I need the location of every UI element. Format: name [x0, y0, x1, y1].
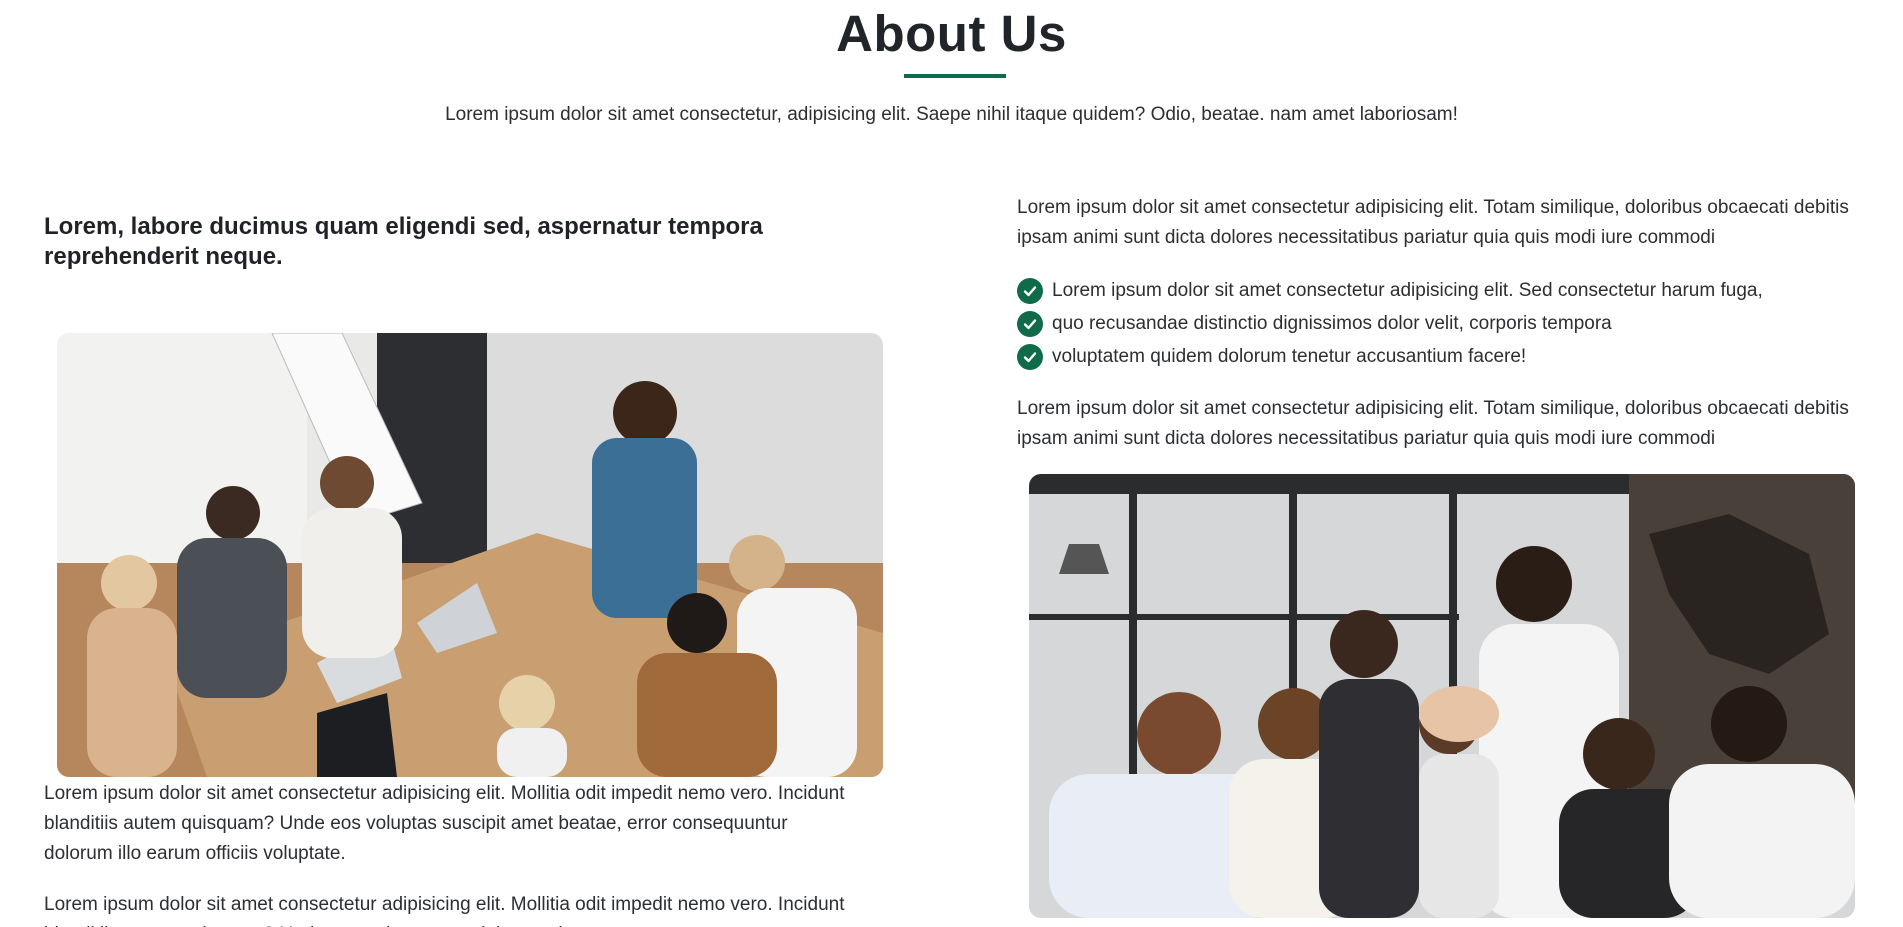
about-section: About Us Lorem ipsum dolor sit amet cons… — [0, 0, 1903, 927]
checklist-item: Lorem ipsum dolor sit amet consectetur a… — [1017, 274, 1763, 307]
left-paragraph-1: Lorem ipsum dolor sit amet consectetur a… — [44, 783, 845, 864]
checklist-item: quo recusandae distinctio dignissimos do… — [1017, 307, 1763, 340]
right-outro-paragraph: Lorem ipsum dolor sit amet consectetur a… — [1017, 398, 1849, 449]
checklist-item-text: Lorem ipsum dolor sit amet consectetur a… — [1052, 279, 1763, 301]
checklist-item-text: voluptatem quidem dolorum tenetur accusa… — [1052, 345, 1527, 367]
check-circle-icon — [1017, 343, 1043, 370]
right-intro-paragraph: Lorem ipsum dolor sit amet consectetur a… — [1017, 197, 1849, 248]
business-meeting-image — [57, 333, 883, 777]
left-paragraph-2: Lorem ipsum dolor sit amet consectetur a… — [44, 894, 845, 927]
page-subtitle: Lorem ipsum dolor sit amet consectetur, … — [445, 104, 1458, 125]
page-title: About Us — [836, 5, 1067, 62]
feature-checklist: Lorem ipsum dolor sit amet consectetur a… — [1017, 274, 1763, 373]
check-circle-icon — [1017, 277, 1043, 304]
title-underline — [904, 74, 1006, 78]
checklist-item: voluptatem quidem dolorum tenetur accusa… — [1017, 340, 1763, 373]
checklist-item-text: quo recusandae distinctio dignissimos do… — [1052, 312, 1612, 334]
left-heading: Lorem, labore ducimus quam eligendi sed,… — [44, 213, 763, 270]
team-high-five-image — [1029, 474, 1855, 918]
check-circle-icon — [1017, 310, 1043, 337]
